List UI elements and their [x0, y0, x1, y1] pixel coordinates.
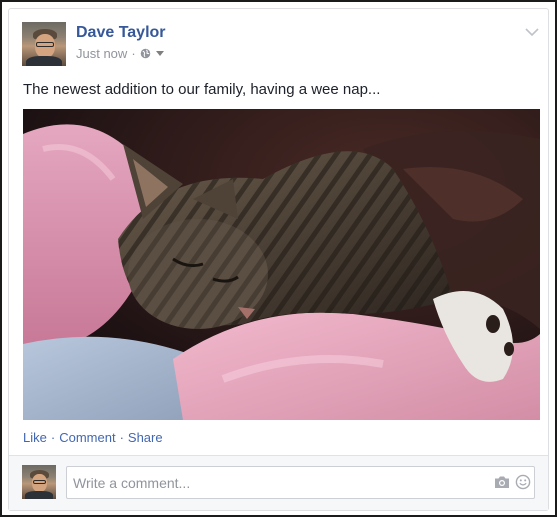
post-meta: Just now · [76, 46, 164, 61]
post-card: Dave Taylor Just now · The newest additi… [0, 0, 557, 517]
comment-input[interactable] [73, 467, 473, 498]
like-link[interactable]: Like [23, 430, 47, 445]
author-name[interactable]: Dave Taylor [76, 24, 166, 42]
meta-separator: · [131, 46, 136, 61]
chevron-down-icon[interactable] [524, 26, 540, 38]
globe-icon[interactable] [140, 48, 151, 59]
post-inner: Dave Taylor Just now · The newest additi… [8, 8, 549, 511]
comment-bar [9, 455, 548, 510]
comment-box[interactable] [66, 466, 535, 499]
commenter-avatar[interactable] [22, 465, 56, 499]
post-photo[interactable] [23, 109, 540, 420]
post-text: The newest addition to our family, havin… [23, 81, 381, 98]
post-actions: Like · Comment · Share [23, 430, 163, 445]
smiley-icon[interactable] [515, 474, 531, 490]
actions-separator: · [119, 430, 124, 445]
author-avatar[interactable] [22, 22, 66, 66]
privacy-caret-icon[interactable] [155, 51, 164, 56]
actions-separator: · [50, 430, 56, 445]
timestamp[interactable]: Just now [76, 46, 127, 61]
camera-icon[interactable] [494, 475, 510, 489]
comment-link[interactable]: Comment [59, 430, 115, 445]
share-link[interactable]: Share [128, 430, 163, 445]
